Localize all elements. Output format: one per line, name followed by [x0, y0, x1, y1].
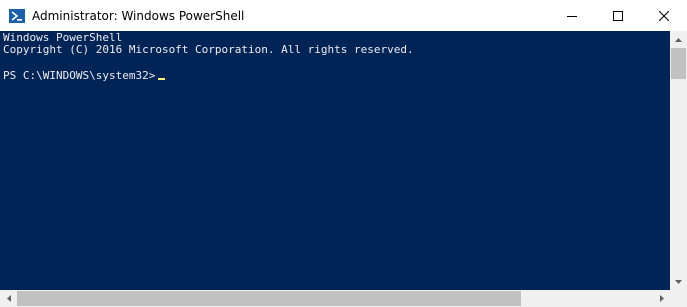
scroll-down-icon: [675, 279, 682, 284]
scroll-down-button[interactable]: [670, 273, 687, 290]
window-title: Administrator: Windows PowerShell: [32, 8, 245, 23]
horizontal-scroll-thumb[interactable]: [17, 291, 521, 306]
maximize-icon: [613, 10, 623, 21]
close-button[interactable]: [641, 0, 687, 31]
scroll-right-button[interactable]: [653, 290, 670, 307]
scroll-up-button[interactable]: [670, 31, 687, 48]
caption-buttons: [549, 0, 687, 31]
scrollbar-corner: [670, 290, 687, 307]
scroll-right-icon: [659, 295, 664, 302]
vertical-scroll-thumb[interactable]: [671, 48, 686, 79]
title-bar[interactable]: Administrator: Windows PowerShell: [0, 0, 687, 31]
console-output[interactable]: Windows PowerShell Copyright (C) 2016 Mi…: [0, 31, 670, 290]
powershell-icon[interactable]: [9, 8, 25, 24]
console-line-copyright: Copyright (C) 2016 Microsoft Corporation…: [3, 43, 414, 56]
maximize-button[interactable]: [595, 0, 641, 31]
text-cursor: [158, 78, 166, 80]
console-prompt: PS C:\WINDOWS\system32>: [3, 69, 156, 82]
powershell-window: Administrator: Windows PowerShell Window…: [0, 0, 687, 307]
scroll-up-icon: [675, 37, 682, 42]
minimize-icon: [567, 15, 577, 17]
close-icon: [659, 10, 669, 21]
scroll-left-icon: [6, 295, 11, 302]
vertical-scrollbar[interactable]: [670, 31, 687, 290]
console-prompt-line: PS C:\WINDOWS\system32>: [3, 70, 670, 82]
scroll-left-button[interactable]: [0, 290, 17, 307]
horizontal-scrollbar[interactable]: [0, 290, 670, 307]
minimize-button[interactable]: [549, 0, 595, 31]
